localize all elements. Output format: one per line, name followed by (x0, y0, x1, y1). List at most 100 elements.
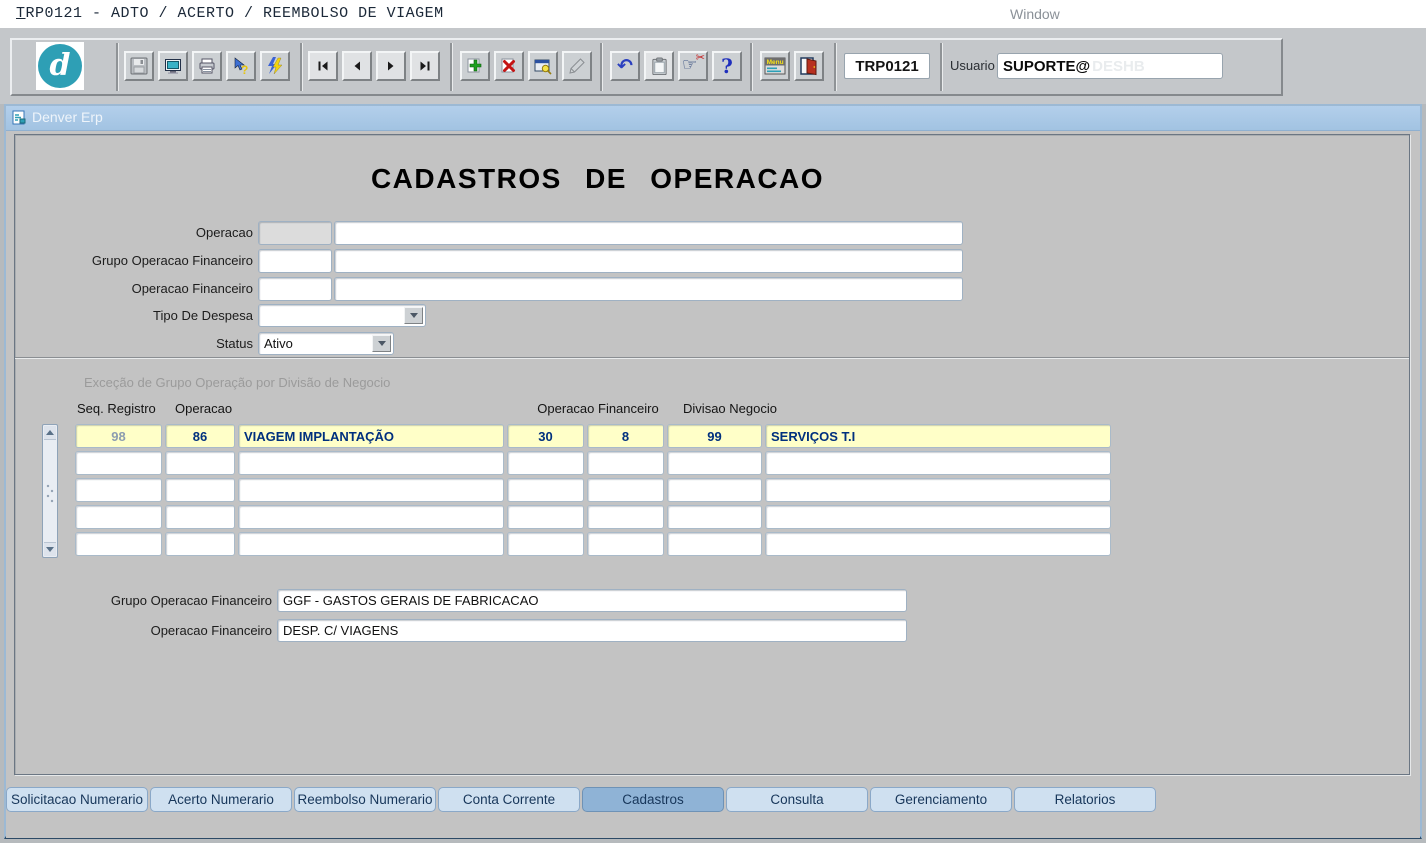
grid-cell[interactable] (765, 451, 1111, 475)
operacao-label: Operacao (15, 221, 253, 245)
grid-cell[interactable] (667, 505, 762, 529)
grid-cell[interactable] (165, 532, 235, 556)
undo-button[interactable]: ↶ (610, 51, 640, 81)
execute-button[interactable] (260, 51, 290, 81)
insert-record-button[interactable] (460, 51, 490, 81)
grid-cell[interactable] (75, 505, 162, 529)
grid-cell[interactable] (587, 532, 664, 556)
tab-conta-corrente[interactable]: Conta Corrente (438, 787, 580, 812)
grupo-operacao-financeiro-code-field[interactable] (258, 249, 332, 273)
grid-cell[interactable] (75, 451, 162, 475)
scroll-up-button[interactable] (44, 426, 56, 440)
grid-cell[interactable] (165, 451, 235, 475)
grid-cell[interactable] (765, 532, 1111, 556)
grid-cell[interactable] (587, 451, 664, 475)
enter-query-button[interactable] (528, 51, 558, 81)
operacao-code-field[interactable] (258, 221, 332, 245)
column-header-seq-registro: Seq. Registro (77, 401, 156, 416)
grid-cell[interactable] (165, 478, 235, 502)
grid-cell[interactable] (238, 451, 504, 475)
tipo-de-despesa-select[interactable] (258, 304, 426, 327)
grid-cell[interactable] (238, 478, 504, 502)
first-record-button[interactable] (308, 51, 338, 81)
grid-row (75, 451, 1111, 475)
menu-item-window[interactable]: Window (1010, 6, 1060, 22)
what-is-help-button[interactable]: ? (226, 51, 256, 81)
dropdown-button[interactable] (404, 307, 423, 324)
svg-text:?: ? (241, 63, 248, 76)
user-field[interactable]: SUPORTE@ DESHB (997, 53, 1223, 79)
menu-bar: TRP0121 - ADTO / ACERTO / REEMBOLSO DE V… (0, 0, 1426, 29)
detail-grupo-operacao-financeiro-field[interactable]: GGF - GASTOS GERAIS DE FABRICACAO (277, 589, 907, 612)
grid-cell[interactable] (238, 532, 504, 556)
save-button[interactable] (124, 51, 154, 81)
menu-button[interactable]: Menu (760, 51, 790, 81)
module-code-field[interactable]: TRP0121 (844, 53, 930, 79)
user-ghost-text: DESHB (1092, 58, 1145, 75)
grid-cell[interactable]: VIAGEM IMPLANTAÇÃO (238, 424, 504, 448)
grid-cell[interactable]: 30 (507, 424, 584, 448)
window-title-text: TRP0121 - ADTO / ACERTO / REEMBOLSO DE V… (16, 5, 444, 22)
tab-reembolso-numerario[interactable]: Reembolso Numerario (294, 787, 436, 812)
monitor-icon (164, 57, 182, 75)
grid-cell[interactable]: 98 (75, 424, 162, 448)
grid-cell[interactable] (667, 532, 762, 556)
grid-cell[interactable] (75, 532, 162, 556)
help-button[interactable]: ? (712, 51, 742, 81)
toolbar-separator (940, 43, 943, 91)
grid-cell[interactable] (507, 451, 584, 475)
cut-hand-icon: ☞ ✂ (682, 55, 704, 77)
detail-operacao-financeiro-label: Operacao Financeiro (15, 619, 272, 642)
grid-cell[interactable] (765, 505, 1111, 529)
grid-scrollbar[interactable] (42, 424, 58, 558)
tab-cadastros[interactable]: Cadastros (582, 787, 724, 812)
grid-cell[interactable]: SERVIÇOS T.I (765, 424, 1111, 448)
operacao-financeiro-desc-field[interactable] (334, 277, 963, 301)
cut-button[interactable]: ☞ ✂ (678, 51, 708, 81)
grid-cell[interactable]: 99 (667, 424, 762, 448)
previous-record-icon (350, 59, 364, 73)
previous-record-button[interactable] (342, 51, 372, 81)
scrollbar-track[interactable] (46, 483, 54, 505)
grid-cell[interactable] (587, 478, 664, 502)
tab-relatorios[interactable]: Relatorios (1014, 787, 1156, 812)
print-preview-button[interactable] (158, 51, 188, 81)
tab-solicitacao-numerario[interactable]: Solicitacao Numerario (6, 787, 148, 812)
grid-cell[interactable] (507, 532, 584, 556)
paste-button[interactable] (644, 51, 674, 81)
grid-cell[interactable] (667, 451, 762, 475)
next-record-button[interactable] (376, 51, 406, 81)
last-record-button[interactable] (410, 51, 440, 81)
scroll-down-button[interactable] (44, 542, 56, 556)
section-divider (15, 357, 1409, 359)
tab-consulta[interactable]: Consulta (726, 787, 868, 812)
delete-record-icon (499, 56, 519, 76)
arrow-up-icon (46, 430, 54, 435)
grid-cell[interactable] (507, 478, 584, 502)
document-icon (12, 110, 27, 125)
tab-acerto-numerario[interactable]: Acerto Numerario (150, 787, 292, 812)
printer-icon (198, 57, 216, 75)
operacao-financeiro-code-field[interactable] (258, 277, 332, 301)
tab-gerenciamento[interactable]: Gerenciamento (870, 787, 1012, 812)
chevron-down-icon (378, 341, 386, 346)
grid-cell[interactable] (165, 505, 235, 529)
grid-cell[interactable] (667, 478, 762, 502)
exit-button[interactable] (794, 51, 824, 81)
detail-operacao-financeiro-field[interactable]: DESP. C/ VIAGENS (277, 619, 907, 642)
status-select[interactable]: Ativo (258, 332, 394, 355)
grid-cell[interactable]: 8 (587, 424, 664, 448)
grid-cell[interactable] (765, 478, 1111, 502)
grupo-operacao-financeiro-desc-field[interactable] (334, 249, 963, 273)
cancel-query-button[interactable] (562, 51, 592, 81)
mdi-window-titlebar[interactable]: Denver Erp (6, 106, 1420, 131)
grid-cell[interactable]: 86 (165, 424, 235, 448)
operacao-desc-field[interactable] (334, 221, 963, 245)
print-button[interactable] (192, 51, 222, 81)
grid-cell[interactable] (587, 505, 664, 529)
dropdown-button[interactable] (372, 335, 391, 352)
grid-cell[interactable] (75, 478, 162, 502)
grid-cell[interactable] (238, 505, 504, 529)
delete-record-button[interactable] (494, 51, 524, 81)
grid-cell[interactable] (507, 505, 584, 529)
